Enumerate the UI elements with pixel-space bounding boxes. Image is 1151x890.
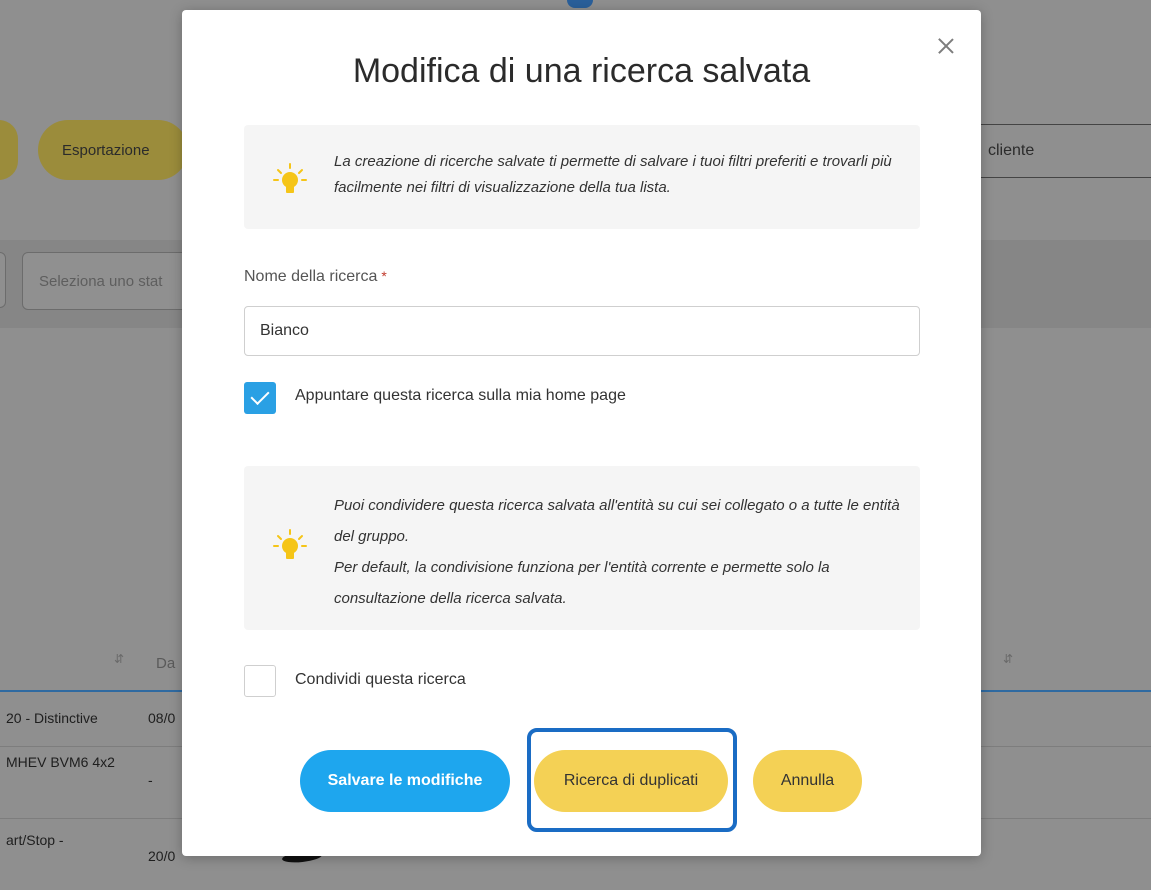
save-changes-button[interactable]: Salvare le modifiche — [300, 750, 510, 812]
share-search-checkbox[interactable] — [244, 665, 276, 697]
required-asterisk: * — [381, 268, 387, 284]
background-pill-button — [0, 120, 18, 180]
table-cell: 20 - Distinctive — [6, 710, 98, 726]
share-info-line: Per default, la condivisione funziona pe… — [334, 559, 830, 607]
search-name-label: Nome della ricerca * — [244, 268, 387, 286]
share-info-line: Puoi condividere questa ricerca salvata … — [334, 497, 900, 545]
info-box-share: Puoi condividere questa ricerca salvata … — [244, 466, 920, 630]
export-button: Esportazione — [38, 120, 188, 180]
pin-home-label: Appuntare questa ricerca sulla mia home … — [295, 387, 626, 404]
lightbulb-icon — [273, 529, 307, 559]
search-name-label-text: Nome della ricerca — [244, 268, 378, 285]
table-cell: MHEV BVM6 4x2 — [6, 754, 115, 770]
top-indicator — [567, 0, 593, 8]
sort-arrows-icon: ⇵ — [1003, 652, 1014, 666]
search-name-input[interactable] — [244, 306, 920, 356]
status-select: Seleziona uno stat — [22, 252, 202, 310]
column-header-da: Da — [156, 655, 176, 672]
edit-saved-search-dialog: Modifica di una ricerca salvata La creaz… — [182, 10, 981, 856]
table-cell: 20/0 — [148, 848, 176, 864]
client-field: cliente — [960, 124, 1151, 178]
pin-home-checkbox[interactable] — [244, 382, 276, 414]
search-duplicates-button[interactable]: Ricerca di duplicati — [534, 750, 728, 812]
background-select-left — [0, 252, 6, 308]
share-info-text: Puoi condividere questa ricerca salvata … — [334, 490, 914, 614]
check-icon — [250, 385, 270, 406]
info-text: La creazione di ricerche salvate ti perm… — [334, 153, 892, 196]
lightbulb-icon — [273, 163, 307, 193]
table-cell: art/Stop - — [6, 832, 64, 848]
dialog-title: Modifica di una ricerca salvata — [352, 52, 811, 90]
table-cell: - — [148, 772, 153, 788]
cancel-button[interactable]: Annulla — [753, 750, 862, 812]
client-label: cliente — [988, 142, 1035, 159]
sort-arrows-icon: ⇵ — [114, 652, 125, 666]
table-cell: 08/0 — [148, 710, 176, 726]
share-search-label: Condividi questa ricerca — [295, 671, 466, 688]
info-box-saved-search: La creazione di ricerche salvate ti perm… — [244, 125, 920, 229]
